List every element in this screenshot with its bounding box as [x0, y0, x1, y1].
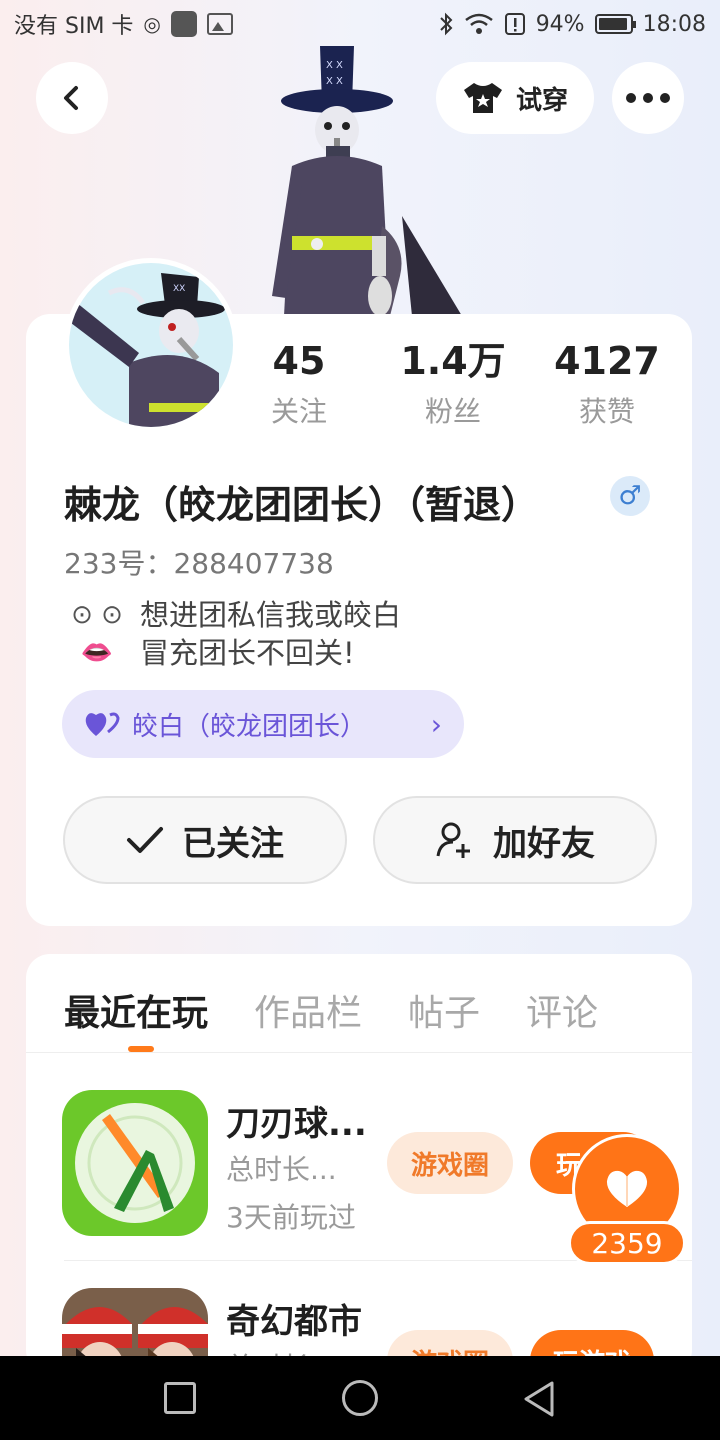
bio-text: 想进团私信我或皎白	[140, 598, 402, 632]
chevron-left-icon	[64, 86, 78, 110]
status-right: 94% 18:08	[438, 12, 706, 37]
more-horizontal-icon	[626, 93, 670, 103]
like-count: 2359	[568, 1221, 686, 1265]
bio-text: 冒充团长不回关!	[140, 636, 355, 670]
lips-emoji-icon: 👄	[80, 638, 114, 668]
stat-value: 4127	[554, 339, 660, 383]
recents-button[interactable]	[164, 1382, 196, 1414]
battery-percent: 94%	[535, 11, 585, 37]
game-title[interactable]: 刀刃球...	[226, 1096, 367, 1145]
tab-posts[interactable]: 帖子	[408, 984, 480, 1036]
home-button[interactable]	[342, 1380, 378, 1416]
profile-tabs: 最近在玩 作品栏 帖子 评论	[64, 984, 598, 1036]
stat-label: 粉丝	[424, 395, 481, 428]
stat-value: 1.4万	[400, 339, 506, 383]
tab-recent-played[interactable]: 最近在玩	[64, 984, 208, 1036]
tshirt-icon	[463, 83, 502, 113]
game-title[interactable]: 奇幻都市	[226, 1294, 362, 1343]
stat-label: 关注	[270, 395, 327, 428]
try-on-button[interactable]: 试穿	[436, 62, 594, 134]
game-last-played: 3天前玩过	[226, 1201, 356, 1234]
profile-bio: ⊙ ⊙ 想进团私信我或皎白 👄 冒充团长不回关!	[64, 596, 401, 672]
add-friend-label: 加好友	[493, 823, 595, 864]
game-duration: 总时长...	[226, 1153, 337, 1186]
add-friend-button[interactable]: 加好友	[373, 796, 657, 884]
tab-works[interactable]: 作品栏	[254, 984, 362, 1036]
game-circle-button[interactable]: 游戏圈	[387, 1132, 513, 1194]
image-notification-icon	[206, 13, 233, 35]
stat-value: 45	[272, 339, 326, 383]
clock: 18:08	[642, 11, 706, 37]
eyes-emoji-icon: ⊙ ⊙	[71, 600, 123, 630]
partner-link[interactable]: 皎白（皎龙团团长） ›	[62, 690, 464, 758]
avatar[interactable]: XX	[64, 258, 238, 432]
followed-label: 已关注	[182, 823, 284, 864]
partner-label: 皎白（皎龙团团长）	[132, 711, 367, 742]
stat-likes[interactable]: 4127 获赞	[537, 338, 677, 430]
app-notification-icon	[170, 11, 197, 37]
heart-icon	[606, 1170, 648, 1207]
carrier-text: 没有 SIM 卡	[14, 14, 134, 39]
stat-following[interactable]: 45 关注	[229, 338, 369, 430]
status-bar: 没有 SIM 卡 ◎ 94% 18:08	[0, 0, 720, 48]
character-illustration: X X X X	[262, 46, 462, 316]
profile-name: 棘龙（皎龙团团长）（暂退）	[64, 483, 540, 527]
system-nav-bar	[0, 1356, 720, 1440]
stat-label: 获赞	[578, 395, 635, 428]
battery-icon	[594, 14, 636, 34]
game-icon-blade-ball[interactable]	[62, 1090, 208, 1236]
nfc-icon: ◎	[143, 12, 161, 36]
followed-button[interactable]: 已关注	[63, 796, 347, 884]
more-button[interactable]	[612, 62, 684, 134]
svg-text:X X: X X	[326, 60, 343, 71]
checkmark-icon	[127, 827, 163, 853]
user-id[interactable]: 233号：288407738	[64, 542, 334, 582]
bio-line: 👄 冒充团长不回关!	[64, 634, 401, 672]
svg-text:X X: X X	[326, 76, 343, 87]
male-gender-icon: ♂	[610, 476, 650, 516]
back-nav-button[interactable]	[522, 1380, 556, 1418]
heart-icon	[85, 712, 120, 736]
status-left: 没有 SIM 卡 ◎	[14, 8, 233, 40]
back-button[interactable]	[36, 62, 108, 134]
chevron-right-icon: ›	[430, 707, 442, 741]
add-user-icon	[436, 822, 470, 858]
bluetooth-icon	[439, 12, 453, 36]
wifi-icon	[464, 13, 493, 34]
alert-icon	[504, 13, 525, 35]
bio-line: ⊙ ⊙ 想进团私信我或皎白	[64, 596, 401, 634]
try-on-label: 试穿	[515, 85, 568, 116]
tabs-divider	[26, 1052, 692, 1053]
svg-text:XX: XX	[173, 284, 185, 294]
tab-comments[interactable]: 评论	[526, 984, 598, 1036]
stat-fans[interactable]: 1.4万 粉丝	[383, 338, 523, 430]
